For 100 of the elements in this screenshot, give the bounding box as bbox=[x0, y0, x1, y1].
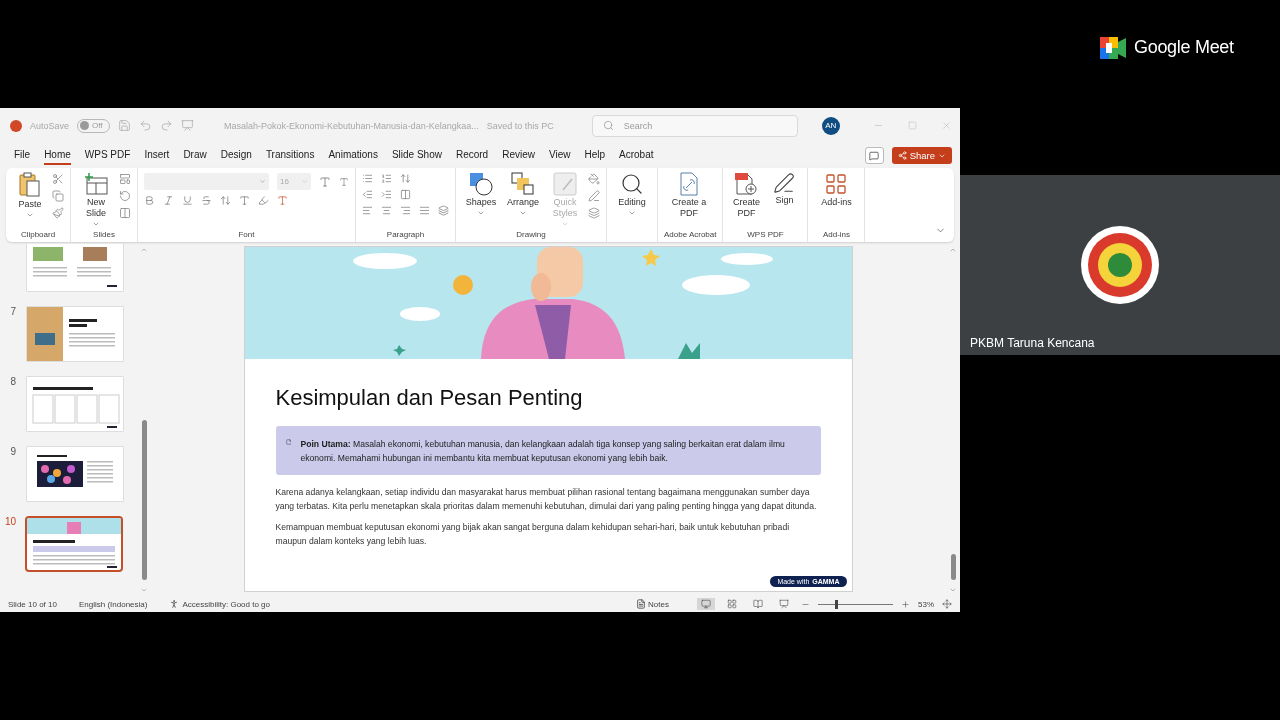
notes-button[interactable]: Notes bbox=[636, 599, 669, 609]
scrollbar-thumb[interactable] bbox=[141, 420, 147, 580]
group-label: Add-ins bbox=[822, 230, 851, 241]
zoom-slider-thumb[interactable] bbox=[835, 599, 838, 609]
ribbon-tab[interactable]: View bbox=[548, 146, 571, 165]
numbering-icon[interactable] bbox=[381, 173, 392, 184]
body-paragraph: Kemampuan membuat keputusan ekonomi yang bijak akan sangat berguna dalam kehidupan sehari-hari, baik untuk kebutuhan pribadi maupun dalam konteks yang lebih luas. bbox=[275, 521, 791, 548]
ribbon-tab[interactable]: Animations bbox=[328, 146, 378, 165]
align-left-icon[interactable] bbox=[362, 205, 373, 216]
document-title: Masalah-Pokok-Ekonomi-Kebutuhan-Manusia-dan-Kelangkaa... bbox=[224, 120, 479, 131]
fit-slide-icon[interactable] bbox=[942, 599, 952, 609]
indent-increase-icon[interactable] bbox=[381, 189, 392, 200]
ribbon-tab[interactable]: File bbox=[14, 146, 31, 165]
pdf-plus-button[interactable]: Create PDF bbox=[729, 170, 764, 221]
close-icon[interactable] bbox=[941, 120, 952, 131]
italic-icon[interactable] bbox=[163, 195, 174, 206]
addins-button[interactable]: Add-ins bbox=[814, 170, 859, 210]
spacing-icon[interactable] bbox=[220, 195, 231, 206]
normal-view-icon bbox=[701, 599, 711, 609]
presenter-icon[interactable] bbox=[181, 119, 195, 132]
section-icon[interactable] bbox=[119, 207, 131, 219]
chevron-down-icon bbox=[561, 220, 569, 228]
new-slide-button[interactable]: New Slide bbox=[77, 170, 115, 230]
effects-icon[interactable] bbox=[588, 207, 600, 219]
bold-icon[interactable] bbox=[144, 195, 155, 206]
indent-decrease-icon[interactable] bbox=[362, 189, 373, 200]
scroll-up-icon bbox=[140, 246, 148, 254]
ribbon-tab[interactable]: Slide Show bbox=[391, 146, 442, 165]
ribbon-tab[interactable]: Insert bbox=[144, 146, 170, 165]
note-icon bbox=[285, 437, 292, 447]
reading-view-icon bbox=[753, 599, 763, 609]
align-center-icon[interactable] bbox=[381, 205, 392, 216]
sorter-view-icon bbox=[727, 599, 737, 609]
underline-icon[interactable] bbox=[182, 195, 193, 206]
arrange-button[interactable]: Arrange bbox=[504, 170, 542, 219]
bullets-icon[interactable] bbox=[362, 173, 373, 184]
columns-icon[interactable] bbox=[400, 189, 411, 200]
ribbon-tab[interactable]: Draw bbox=[183, 146, 207, 165]
zoom-level[interactable]: 53% bbox=[918, 599, 934, 609]
slide-title: Kesimpulan dan Pesan Penting bbox=[275, 385, 584, 411]
user-avatar[interactable]: AN bbox=[821, 116, 840, 135]
shapes-button[interactable]: Shapes bbox=[462, 170, 500, 219]
ribbon-tab[interactable]: Record bbox=[455, 146, 489, 165]
align-right-icon[interactable] bbox=[400, 205, 411, 216]
slide-thumbnail[interactable] bbox=[25, 516, 123, 572]
body-paragraph: Karena adanya kelangkaan, setiap individu dan masyarakat harus membuat pilihan rasional tentang bagaimana menggunakan sumber daya yang terbatas. Kita perlu menetapkan skala prioritas dalam memenuhi kebutuhan, dimulai dari yang paling penting hingga yang dapat ditunda. bbox=[275, 486, 818, 513]
sign-button[interactable]: Sign bbox=[767, 170, 802, 208]
pen-icon bbox=[773, 172, 796, 194]
share-button[interactable]: Share bbox=[891, 147, 952, 164]
case-icon[interactable] bbox=[239, 195, 250, 206]
ribbon-tab[interactable]: Home bbox=[44, 146, 71, 165]
ribbon-tab[interactable]: Transitions bbox=[265, 146, 315, 165]
scrollbar-thumb[interactable] bbox=[950, 554, 956, 580]
ribbon-tab[interactable]: Review bbox=[502, 146, 535, 165]
line-spacing-icon[interactable] bbox=[400, 173, 411, 184]
search-field[interactable]: Search bbox=[591, 114, 798, 137]
ribbon-tab[interactable]: Help bbox=[584, 146, 606, 165]
meet-brand: Google Meet bbox=[1134, 37, 1234, 58]
font-color-icon[interactable] bbox=[277, 195, 288, 206]
editing-button[interactable]: Editing bbox=[613, 170, 651, 219]
new-slide-icon bbox=[83, 172, 109, 196]
language-status[interactable]: English (Indonesia) bbox=[78, 599, 148, 609]
slide-number: 8 bbox=[9, 376, 17, 387]
brush-icon[interactable] bbox=[52, 207, 64, 219]
font-name-field[interactable] bbox=[144, 173, 269, 190]
scissors-icon[interactable] bbox=[52, 173, 64, 185]
undo-icon[interactable] bbox=[139, 119, 153, 132]
autosave-label: AutoSave bbox=[30, 120, 70, 131]
layout-icon[interactable] bbox=[119, 173, 131, 185]
strikethrough-icon[interactable] bbox=[201, 195, 212, 206]
text-direction-icon[interactable] bbox=[438, 205, 449, 216]
search-input[interactable]: Search bbox=[621, 119, 772, 132]
reset-icon[interactable] bbox=[119, 190, 131, 202]
save-icon[interactable] bbox=[118, 119, 132, 132]
paste-button[interactable]: Paste bbox=[12, 170, 48, 221]
pdf-add-icon bbox=[734, 172, 759, 196]
zoom-in-icon[interactable] bbox=[901, 599, 910, 609]
grid-icon bbox=[824, 172, 849, 196]
accessibility-status[interactable]: Accessibility: Good to go bbox=[169, 599, 271, 609]
callout-text: Poin Utama: Masalah ekonomi, kebutuhan manusia, dan kelangkaan adalah tiga konsep yang saling berkaitan erat dalam ilmu ekonomi. Memahami hubungan ini membantu kita membuat keputusan ekonomi yang lebih baik. bbox=[300, 438, 786, 465]
group-label: Paragraph bbox=[386, 230, 425, 241]
chevron-down-icon bbox=[519, 209, 527, 217]
slide-number: 10 bbox=[3, 516, 17, 527]
copy-icon[interactable] bbox=[52, 190, 64, 202]
view-button[interactable] bbox=[697, 598, 715, 610]
grow-font-icon[interactable] bbox=[319, 175, 331, 188]
share-icon bbox=[897, 151, 907, 160]
ribbon-tab[interactable]: Acrobat bbox=[619, 146, 654, 165]
comments-button[interactable] bbox=[864, 147, 884, 164]
redo-icon[interactable] bbox=[160, 119, 174, 132]
create-pdf-button[interactable]: Create a PDF bbox=[664, 170, 714, 221]
outline-pen-icon[interactable] bbox=[588, 190, 600, 202]
app-logo-icon bbox=[10, 119, 22, 132]
fill-bucket-icon[interactable] bbox=[588, 173, 600, 185]
ribbon-tab[interactable]: WPS PDF bbox=[84, 146, 131, 165]
justify-icon[interactable] bbox=[419, 205, 430, 216]
ribbon-tab[interactable]: Design bbox=[220, 146, 252, 165]
highlighter-icon[interactable] bbox=[258, 195, 269, 206]
shrink-font-icon[interactable] bbox=[339, 176, 349, 187]
scroll-down-icon bbox=[140, 586, 148, 594]
